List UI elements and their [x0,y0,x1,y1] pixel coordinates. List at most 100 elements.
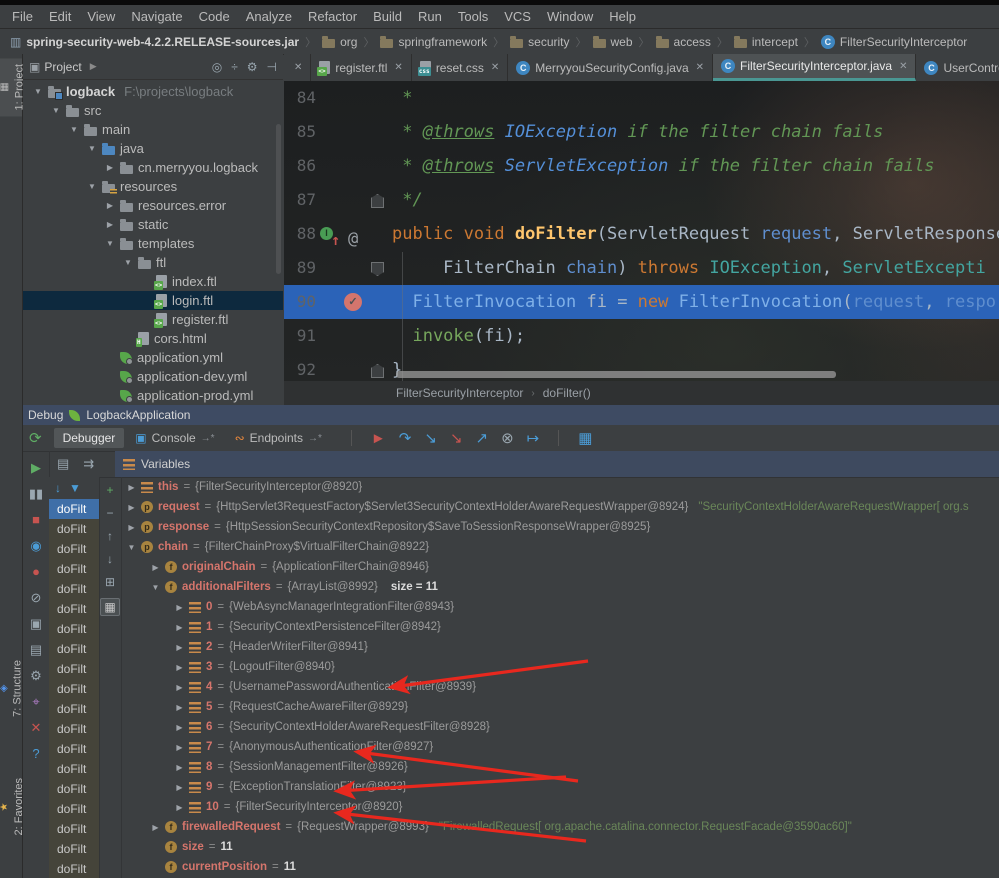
frame-row[interactable]: doFilt [49,719,99,739]
tree-item-java[interactable]: ▼java [23,139,283,158]
close-icon[interactable]: ✕ [491,62,499,73]
editor-horizontal-scrollbar[interactable] [396,371,836,378]
breadcrumb-item-org[interactable]: org [318,35,361,49]
locate-icon[interactable]: ◎ [212,60,222,74]
tree-item-main[interactable]: ▼main [23,120,283,139]
screenshot-icon[interactable]: ▣ [30,613,42,639]
tree-item-cn-merryyou-logback[interactable]: ▶cn.merryyou.logback [23,158,283,177]
variable-row-originalChain[interactable]: ▶foriginalChain = {ApplicationFilterChai… [121,557,999,577]
remove-watch-icon[interactable]: − [106,506,113,520]
sidebar-tab-project[interactable]: ▦ 1: Project [0,58,22,116]
debug-tab-endpoints[interactable]: ∾Endpoints→* [226,428,331,448]
pin-icon[interactable]: ⌖ [32,691,39,717]
editor-tab-hidden[interactable]: ✕ [284,54,311,81]
tree-expand-icon[interactable]: ▶ [127,483,136,492]
rerun-icon[interactable]: ⟳ [29,429,42,447]
editor-tab-register-ftl[interactable]: <>register.ftl✕ [311,54,411,81]
menu-edit[interactable]: Edit [41,7,79,26]
breadcrumb-method[interactable]: doFilter() [543,386,591,400]
tree-expand-icon[interactable]: ▼ [87,144,97,153]
tree-expand-icon[interactable]: ▶ [175,683,184,692]
show-execution-point-icon[interactable]: ► [371,430,386,447]
tree-expand-icon[interactable]: ▼ [105,239,115,248]
evaluate-expression-icon[interactable]: ▦ [578,429,592,447]
tree-item-src[interactable]: ▼src [23,101,283,120]
tree-expand-icon[interactable]: ▶ [175,603,184,612]
sidebar-tab-favorites[interactable]: ★ 2: Favorites [0,772,22,841]
menu-refactor[interactable]: Refactor [300,7,365,26]
variable-row-10[interactable]: ▶10 = {FilterSecurityInterceptor@8920} [121,797,999,817]
gutter[interactable] [320,149,390,183]
step-into-icon[interactable]: ↘ [424,429,437,447]
gutter[interactable] [320,183,390,217]
tree-expand-icon[interactable]: ▶ [175,783,184,792]
frame-row[interactable]: doFilt [49,599,99,619]
frames-view-icon[interactable]: ▤ [57,456,69,472]
frame-row[interactable]: doFilt [49,539,99,559]
tree-expand-icon[interactable]: ▶ [127,503,136,512]
breakpoint-icon[interactable]: ✓ [344,293,362,311]
restore-layout-icon[interactable]: ▤ [30,639,42,665]
gutter[interactable] [320,115,390,149]
tree-item-cors-html[interactable]: Hcors.html [23,329,283,348]
dump-threads-icon[interactable]: ◉ [30,535,41,561]
variable-row-3[interactable]: ▶3 = {LogoutFilter@8940} [121,657,999,677]
tree-expand-icon[interactable]: ▼ [127,543,136,552]
mute-breakpoints-icon[interactable]: ⊘ [31,587,42,613]
close-icon[interactable]: ✕ [394,62,402,73]
project-scrollbar[interactable] [276,124,281,274]
frame-row[interactable]: doFilt [49,679,99,699]
variable-row-chain[interactable]: ▼pchain = {FilterChainProxy$VirtualFilte… [121,537,999,557]
frame-row[interactable]: doFilt [49,659,99,679]
tree-expand-icon[interactable]: ▶ [175,623,184,632]
frame-row[interactable]: doFilt [49,519,99,539]
menu-code[interactable]: Code [191,7,238,26]
tree-item-login-ftl[interactable]: <>login.ftl [23,291,283,310]
menu-help[interactable]: Help [601,7,644,26]
frame-row[interactable]: doFilt [49,839,99,859]
menu-vcs[interactable]: VCS [496,7,539,26]
gutter[interactable] [320,319,390,353]
variable-row-6[interactable]: ▶6 = {SecurityContextHolderAwareRequestF… [121,717,999,737]
breadcrumb-jar[interactable]: ▥spring-security-web-4.2.2.RELEASE-sourc… [6,35,303,49]
frame-row[interactable]: doFilt [49,859,99,878]
tree-expand-icon[interactable]: ▶ [175,703,184,712]
tree-item-resources-error[interactable]: ▶resources.error [23,196,283,215]
settings-icon[interactable]: ⚙ [30,665,42,691]
frame-row[interactable]: doFilt [49,739,99,759]
debug-tab-debugger[interactable]: Debugger [54,428,125,448]
tree-expand-icon[interactable]: ▶ [175,723,184,732]
frame-row[interactable]: doFilt [49,819,99,839]
run-to-cursor-icon[interactable]: ↦ [527,429,540,447]
restore-frame-icon[interactable]: ⇉ [83,456,94,472]
tree-item-application-yml[interactable]: application.yml [23,348,283,367]
editor-tab-usercontrol[interactable]: CUserControl [916,54,999,81]
close-icon[interactable]: ✕ [31,717,42,743]
tree-item-application-dev-yml[interactable]: application-dev.yml [23,367,283,386]
editor-tab-filtersecurityinterceptor-java[interactable]: CFilterSecurityInterceptor.java✕ [713,54,916,81]
gutter[interactable] [320,81,390,115]
step-out-icon[interactable]: ↗ [476,429,489,447]
tree-expand-icon[interactable]: ▶ [151,823,160,832]
close-icon[interactable]: ✕ [294,62,302,73]
breadcrumb-class[interactable]: CFilterSecurityInterceptor [817,35,971,49]
tree-expand-icon[interactable]: ▶ [105,201,115,210]
frame-row[interactable]: doFilt [49,759,99,779]
help-icon[interactable]: ? [32,743,39,769]
frame-row[interactable]: doFilt [49,559,99,579]
menu-run[interactable]: Run [410,7,450,26]
hide-panel-icon[interactable]: ⊣ [267,60,277,74]
tree-expand-icon[interactable]: ▶ [127,523,136,532]
tree-item-templates[interactable]: ▼templates [23,234,283,253]
breadcrumb-item-web[interactable]: web [589,35,637,49]
variable-row-2[interactable]: ▶2 = {HeaderWriterFilter@8941} [121,637,999,657]
tree-item-static[interactable]: ▶static [23,215,283,234]
variable-row-firewalledRequest[interactable]: ▶ffirewalledRequest = {RequestWrapper@89… [121,817,999,837]
breadcrumb-item-access[interactable]: access [652,35,715,49]
variable-row-4[interactable]: ▶4 = {UsernamePasswordAuthenticationFilt… [121,677,999,697]
gutter[interactable]: ✓ [320,285,390,319]
frame-row[interactable]: doFilt [49,579,99,599]
gutter[interactable]: I↑@ [320,217,390,251]
tree-expand-icon[interactable]: ▼ [123,258,133,267]
collapse-all-icon[interactable]: ÷ [231,60,238,74]
